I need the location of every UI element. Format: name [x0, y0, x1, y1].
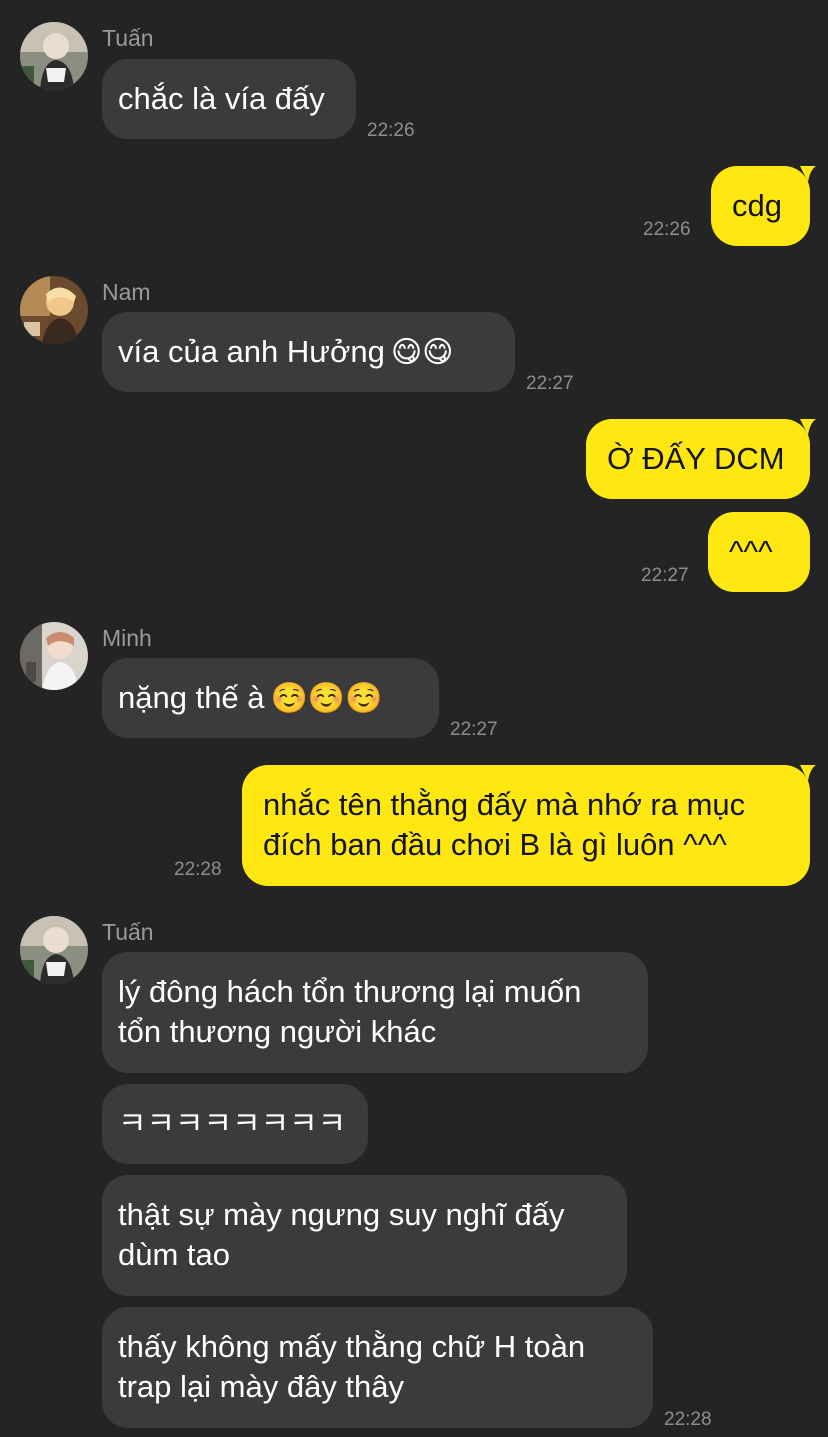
message-time: 22:26 — [643, 219, 691, 240]
message-time: 22:28 — [664, 1409, 712, 1430]
message-text: tổn thương người khác — [118, 1014, 437, 1049]
message-bubble[interactable]: lý đông hách tổn thương lại muốn tổn thư… — [102, 952, 648, 1073]
sender-name: Tuấn — [102, 919, 154, 945]
message-time: 22:27 — [641, 565, 689, 586]
message-bubble[interactable]: thật sự mày ngưng suy nghĩ đấy dùm tao — [102, 1175, 627, 1296]
message-time: 22:27 — [450, 719, 498, 740]
message-text: cdg — [732, 188, 782, 223]
sender-name: Nam — [102, 279, 151, 305]
message-text: lý đông hách tổn thương lại muốn — [118, 974, 582, 1009]
message-text: đích ban đầu chơi B là gì luôn ^^^ — [263, 827, 727, 862]
own-message-bubble[interactable]: cdg — [711, 166, 810, 246]
message-text: vía của anh Hưởng — [118, 334, 385, 369]
avatar-nam[interactable] — [20, 276, 88, 344]
own-message-bubble[interactable]: Ờ ĐẤY DCM — [586, 419, 810, 499]
bubble-tail-icon — [800, 765, 816, 781]
message-text: thấy không mấy thằng chữ H toàn — [118, 1329, 586, 1364]
message-bubble[interactable]: nặng thế à ☺️☺️☺️ — [102, 658, 439, 738]
message-bubble[interactable]: vía của anh Hưởng 😋😋 — [102, 312, 515, 392]
sender-name: Minh — [102, 625, 152, 651]
message-text: nhắc tên thằng đấy mà nhớ ra mục — [263, 787, 746, 822]
emoji: ☺️☺️☺️ — [270, 682, 383, 715]
avatar-tuan[interactable] — [20, 22, 88, 90]
message-bubble[interactable]: thấy không mấy thằng chữ H toàn trap lại… — [102, 1307, 653, 1428]
message-time: 22:27 — [526, 373, 574, 394]
bubble-tail-icon — [800, 419, 816, 435]
message-text: ^^^ — [729, 534, 773, 569]
own-message-bubble[interactable]: ^^^ — [708, 512, 810, 592]
avatar-minh[interactable] — [20, 622, 88, 690]
message-time: 22:28 — [174, 859, 222, 880]
message-text: trap lại mày đây thây — [118, 1369, 405, 1404]
message-text: nặng thế à — [118, 680, 265, 715]
bubble-tail-icon — [800, 166, 816, 182]
message-text: Ờ ĐẤY DCM — [607, 441, 785, 476]
own-message-bubble[interactable]: nhắc tên thằng đấy mà nhớ ra mục đích ba… — [242, 765, 810, 886]
message-text: thật sự mày ngưng suy nghĩ đấy — [118, 1197, 565, 1232]
sender-name: Tuấn — [102, 25, 154, 51]
avatar-tuan[interactable] — [20, 916, 88, 984]
emoji: 😋😋 — [390, 336, 454, 369]
message-text: chắc là vía đấy — [118, 81, 325, 116]
message-text: dùm tao — [118, 1237, 231, 1272]
message-text: ㅋㅋㅋㅋㅋㅋㅋㅋ — [118, 1106, 347, 1141]
chat-thread: Tuấn chắc là vía đấy 22:26 cdg 22:26 Nam… — [0, 0, 828, 1437]
message-bubble[interactable]: chắc là vía đấy — [102, 59, 356, 139]
message-bubble[interactable]: ㅋㅋㅋㅋㅋㅋㅋㅋ — [102, 1084, 368, 1164]
message-time: 22:26 — [367, 120, 415, 141]
